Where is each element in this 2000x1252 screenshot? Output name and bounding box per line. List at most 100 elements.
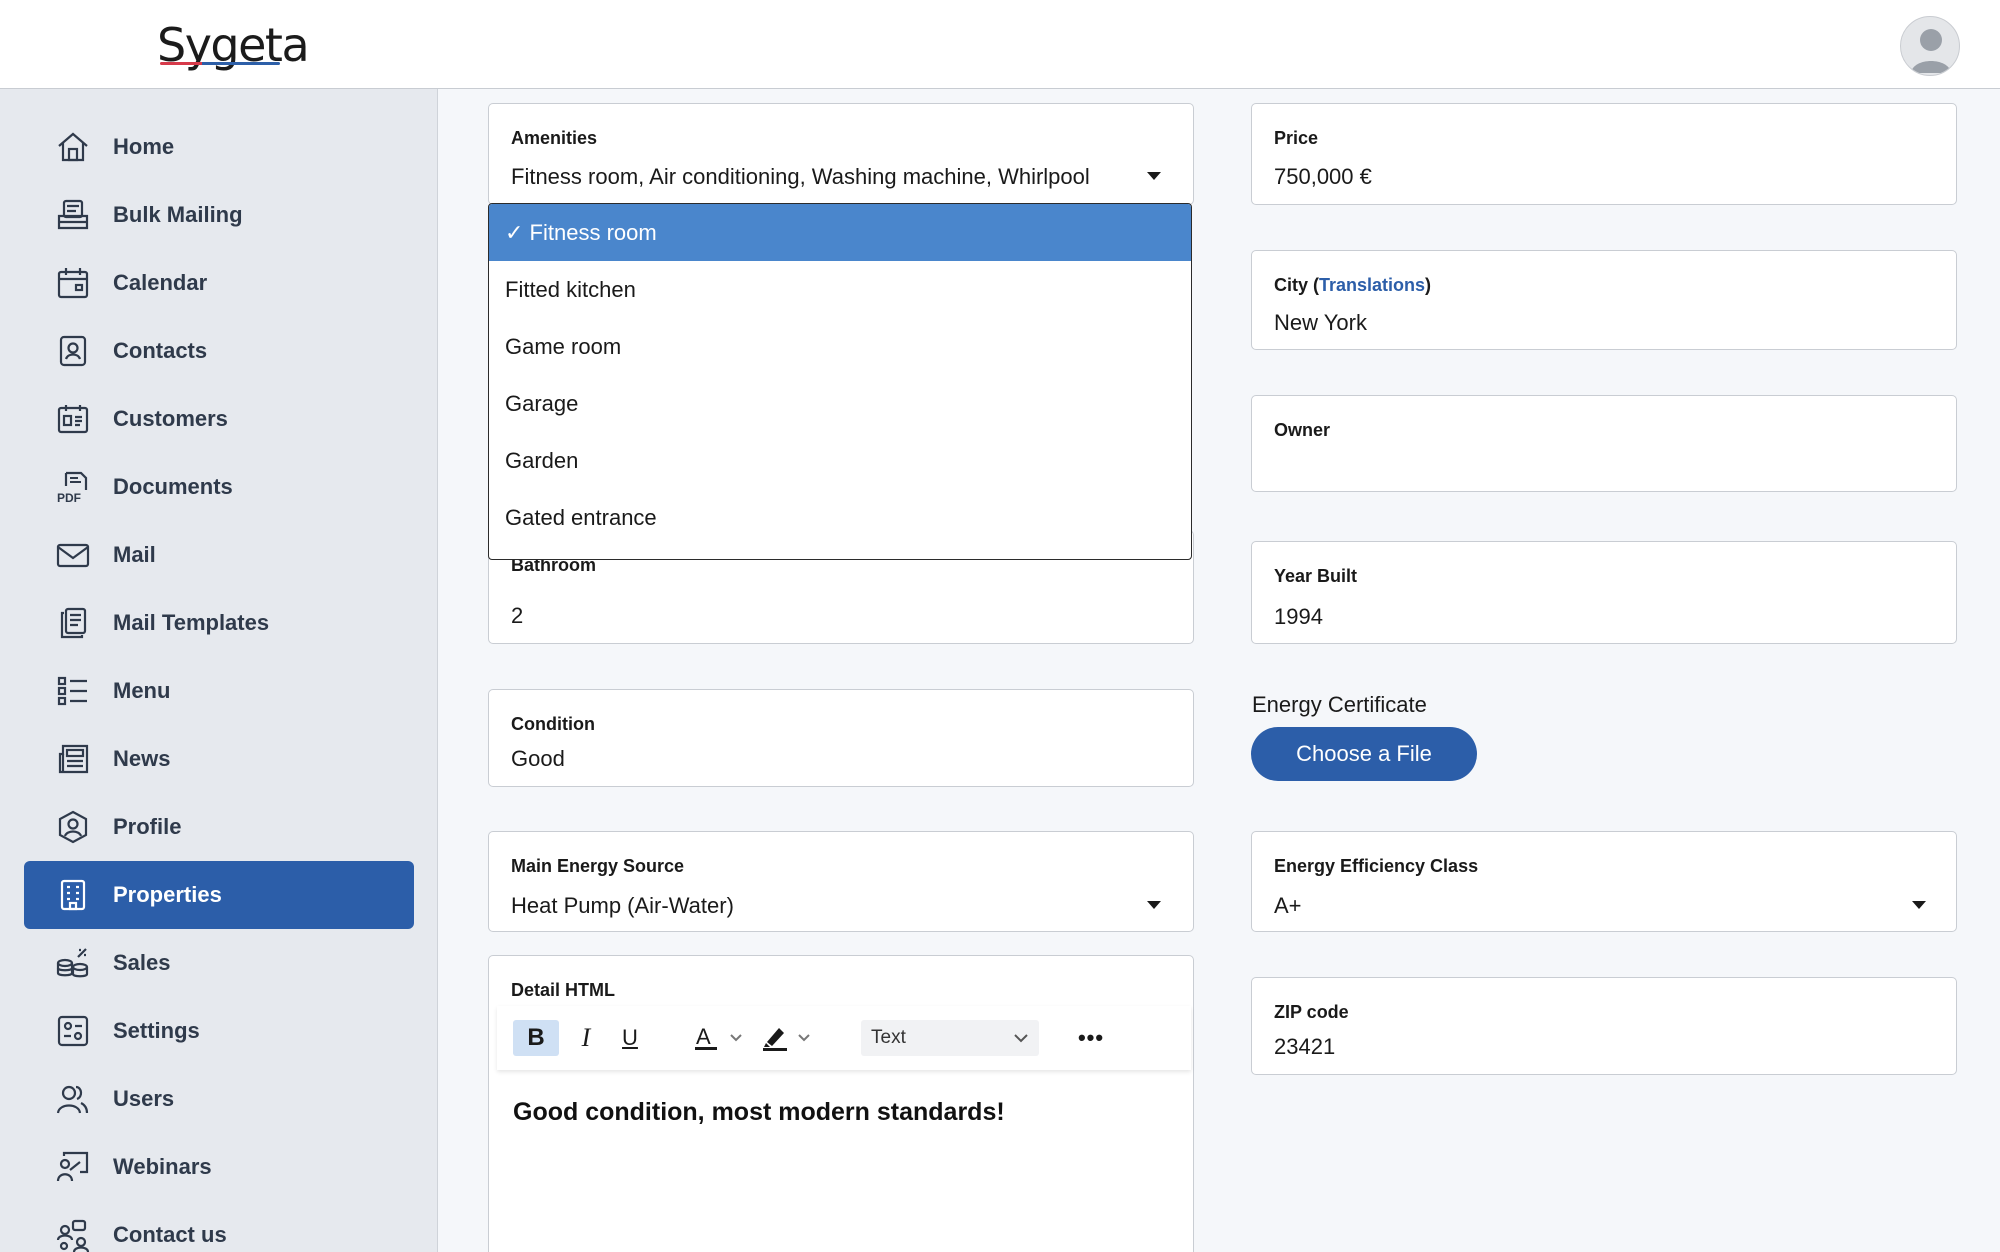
chevron-down-icon [1147,901,1161,909]
mail-icon [56,543,90,568]
sidebar-item-label: Documents [113,474,233,499]
sidebar-item-profile[interactable]: Profile [24,793,414,861]
sidebar-item-properties[interactable]: Properties [24,861,414,929]
contacts-icon [59,335,87,367]
energy-efficiency-class-label: Energy Efficiency Class [1274,856,1479,876]
sidebar-item-mail[interactable]: Mail [24,521,414,589]
energy-certificate-label: Energy Certificate [1252,692,1427,717]
sidebar-item-contact-us[interactable]: Contact us [24,1201,414,1252]
pdf-document-icon: PDF [57,471,88,504]
logo-underline [160,62,280,65]
sidebar-item-label: Mail [113,542,156,567]
svg-text:PDF: PDF [57,491,81,504]
chevron-down-icon [1014,1034,1028,1043]
year-built-field[interactable]: Year Built 1994 [1251,541,1957,644]
city-field[interactable]: City (Translations) New York [1251,250,1957,350]
sidebar-item-users[interactable]: Users [24,1065,414,1133]
choose-file-button[interactable]: Choose a File [1251,727,1477,781]
chevron-down-icon [1912,901,1926,909]
city-value: New York [1274,310,1367,335]
sidebar-item-contacts[interactable]: Contacts [24,317,414,385]
sidebar-item-label: Contact us [113,1222,227,1247]
sidebar-item-home[interactable]: Home [24,113,414,181]
sidebar-item-label: Menu [113,678,171,703]
webinars-icon [56,1151,89,1182]
news-icon [58,744,89,774]
owner-field[interactable]: Owner [1251,395,1957,492]
amenities-option[interactable]: Garage [489,375,1191,432]
sales-coins-icon [56,948,89,978]
sidebar-item-label: Calendar [113,270,208,295]
city-label-text: City [1274,275,1309,295]
block-format-value: Text [871,1027,906,1048]
amenities-option[interactable]: Gated entrance [489,489,1191,546]
building-icon [60,879,86,911]
sidebar-item-label: Profile [113,814,182,839]
amenities-value: Fitness room, Air conditioning, Washing … [511,164,1090,189]
menu-list-icon [57,676,87,706]
detail-html-editor: Detail HTML B I U A Text ••• Good condit… [488,955,1194,1252]
condition-field[interactable]: Condition Good [488,689,1194,787]
sidebar-item-sales[interactable]: Sales [24,929,414,997]
amenities-option[interactable]: Garden [489,432,1191,489]
sidebar-item-bulk-mailing[interactable]: Bulk Mailing [24,181,414,249]
year-built-label: Year Built [1274,566,1358,586]
editor-content[interactable]: Good condition, most modern standards! [513,1098,1005,1127]
sidebar-item-documents[interactable]: PDF Documents [24,453,414,521]
sidebar-item-label: Mail Templates [113,610,270,635]
italic-button[interactable]: I [569,1020,603,1056]
energy-efficiency-class-select[interactable]: Energy Efficiency Class A+ [1251,831,1957,932]
sidebar-item-menu[interactable]: Menu [24,657,414,725]
chevron-down-icon [1147,172,1161,180]
sidebar-item-news[interactable]: News [24,725,414,793]
text-color-icon: A [695,1024,742,1050]
price-label: Price [1274,128,1319,148]
users-icon [56,1085,89,1114]
sidebar-item-label: Bulk Mailing [113,202,243,227]
sidebar-item-customers[interactable]: Customers [24,385,414,453]
sidebar-item-webinars[interactable]: Webinars [24,1133,414,1201]
amenities-dropdown-list: ✓ Fitness room Fitted kitchen Game room … [488,203,1192,560]
bulk-mailing-icon [57,199,89,230]
calendar-icon [57,268,89,299]
price-field[interactable]: Price 750,000 € [1251,103,1957,205]
city-label-paren-close: ) [1425,275,1432,295]
svg-text:A: A [696,1024,711,1049]
main-energy-source-value: Heat Pump (Air-Water) [511,893,734,918]
profile-icon [58,810,88,844]
avatar-person-icon [1911,29,1951,73]
zip-code-value: 23421 [1274,1034,1336,1059]
underline-button[interactable]: U [613,1020,647,1056]
main-energy-source-select[interactable]: Main Energy Source Heat Pump (Air-Water) [488,831,1194,932]
bold-button[interactable]: B [513,1020,559,1056]
sidebar-item-mail-templates[interactable]: Mail Templates [24,589,414,657]
bathroom-value: 2 [511,603,524,628]
sidebar-item-calendar[interactable]: Calendar [24,249,414,317]
amenities-label: Amenities [511,128,598,148]
amenities-option[interactable]: ✓ Fitness room [489,204,1191,261]
condition-label: Condition [511,714,595,734]
detail-html-label: Detail HTML [511,980,616,1000]
sidebar-item-settings[interactable]: Settings [24,997,414,1065]
highlight-color-button[interactable] [761,1020,817,1056]
settings-icon [57,1015,89,1047]
more-options-button[interactable]: ••• [1067,1020,1115,1056]
sidebar-item-label: Sales [113,950,171,975]
text-color-button[interactable]: A [693,1020,749,1056]
year-built-value: 1994 [1274,604,1323,629]
amenities-select[interactable]: Amenities Fitness room, Air conditioning… [488,103,1194,205]
home-icon [58,132,88,162]
block-format-select[interactable]: Text [861,1020,1039,1056]
customers-icon [57,405,89,434]
sidebar-item-label: Webinars [113,1154,212,1179]
highlighter-icon [763,1028,810,1051]
translations-link[interactable]: Translations [1319,275,1425,295]
top-bar: Sygeta [0,0,2000,89]
amenities-option[interactable]: Game room [489,318,1191,375]
amenities-option[interactable]: Fitted kitchen [489,261,1191,318]
sidebar-item-label: Contacts [113,338,208,363]
user-avatar[interactable] [1900,16,1960,76]
zip-code-field[interactable]: ZIP code 23421 [1251,977,1957,1075]
sidebar-item-label: Users [113,1086,175,1111]
editor-toolbar: B I U A Text ••• [497,1006,1191,1070]
